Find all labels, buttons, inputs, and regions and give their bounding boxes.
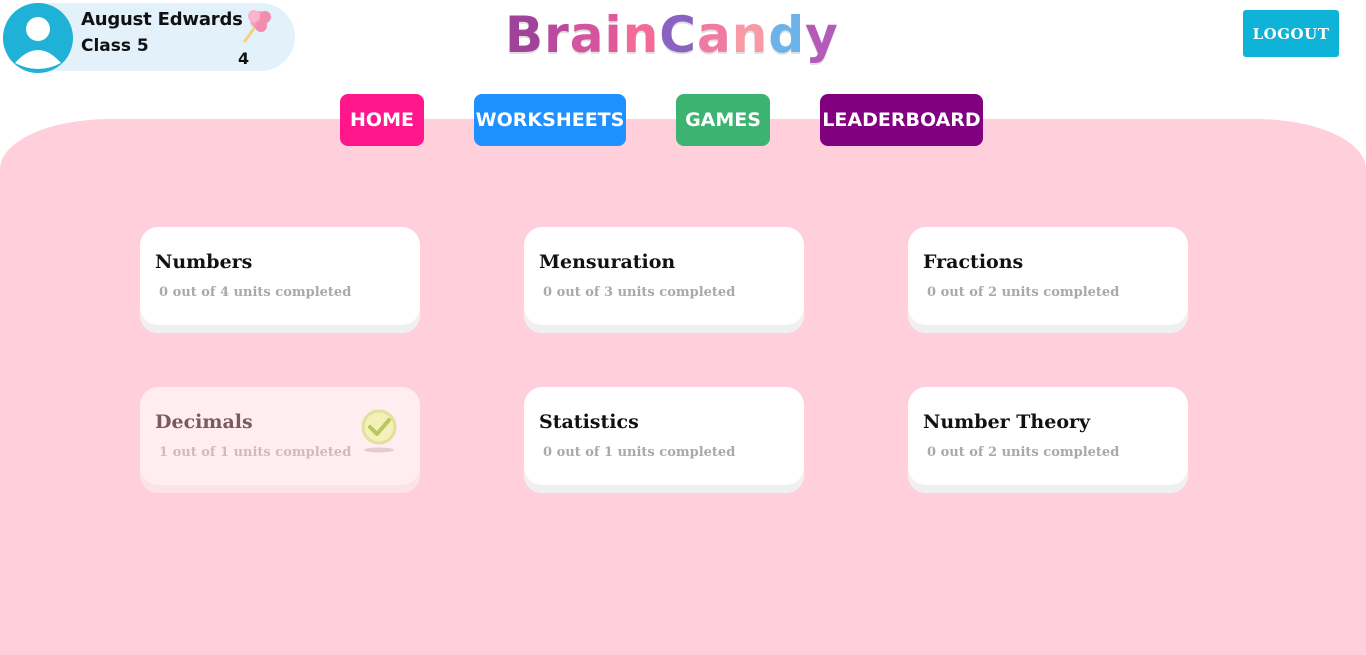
user-name: August Edwards <box>81 9 243 30</box>
cotton-candy-icon <box>239 7 273 43</box>
logo-letter: n <box>731 6 769 64</box>
logo-letter: C <box>659 6 697 64</box>
topic-progress: 1 out of 1 units completed <box>159 445 352 460</box>
nav-games-button[interactable]: GAMES <box>676 94 770 146</box>
topic-title: Mensuration <box>539 251 676 273</box>
logo-letter: r <box>544 6 570 64</box>
nav-home-button[interactable]: HOME <box>340 94 424 146</box>
user-avatar-icon[interactable] <box>3 3 73 73</box>
topic-progress: 0 out of 2 units completed <box>927 285 1120 300</box>
topic-card-numbers[interactable]: Numbers 0 out of 4 units completed <box>140 227 420 333</box>
logo-letter: d <box>768 6 806 64</box>
topic-title: Numbers <box>155 251 253 273</box>
topic-title: Number Theory <box>923 411 1091 433</box>
topic-title: Decimals <box>155 411 253 433</box>
topic-card-mensuration[interactable]: Mensuration 0 out of 3 units completed <box>524 227 804 333</box>
logo-letter: B <box>505 6 545 64</box>
nav-worksheets-button[interactable]: WORKSHEETS <box>474 94 626 146</box>
user-profile-card: August Edwards Class 5 4 <box>3 3 295 73</box>
logo-letter: a <box>697 6 732 64</box>
topic-progress: 0 out of 2 units completed <box>927 445 1120 460</box>
braincandy-logo[interactable]: BrainCandy <box>505 2 839 68</box>
logo-letter: y <box>805 6 839 64</box>
topic-card-statistics[interactable]: Statistics 0 out of 1 units completed <box>524 387 804 493</box>
check-circle-icon <box>360 409 398 455</box>
topic-progress: 0 out of 3 units completed <box>543 285 736 300</box>
logout-button[interactable]: LOGOUT <box>1243 10 1339 57</box>
logo-letter: n <box>622 6 660 64</box>
topic-card-number-theory[interactable]: Number Theory 0 out of 2 units completed <box>908 387 1188 493</box>
user-class: Class 5 <box>81 36 149 56</box>
topic-progress: 0 out of 4 units completed <box>159 285 352 300</box>
nav-leaderboard-button[interactable]: LEADERBOARD <box>820 94 983 146</box>
topic-card-decimals[interactable]: Decimals 1 out of 1 units completed <box>140 387 420 493</box>
topic-progress: 0 out of 1 units completed <box>543 445 736 460</box>
candy-count: 4 <box>238 49 250 68</box>
topic-title: Fractions <box>923 251 1024 273</box>
topic-card-fractions[interactable]: Fractions 0 out of 2 units completed <box>908 227 1188 333</box>
logo-letter: i <box>604 6 623 64</box>
logo-letter: a <box>569 6 605 64</box>
topic-title: Statistics <box>539 411 639 433</box>
